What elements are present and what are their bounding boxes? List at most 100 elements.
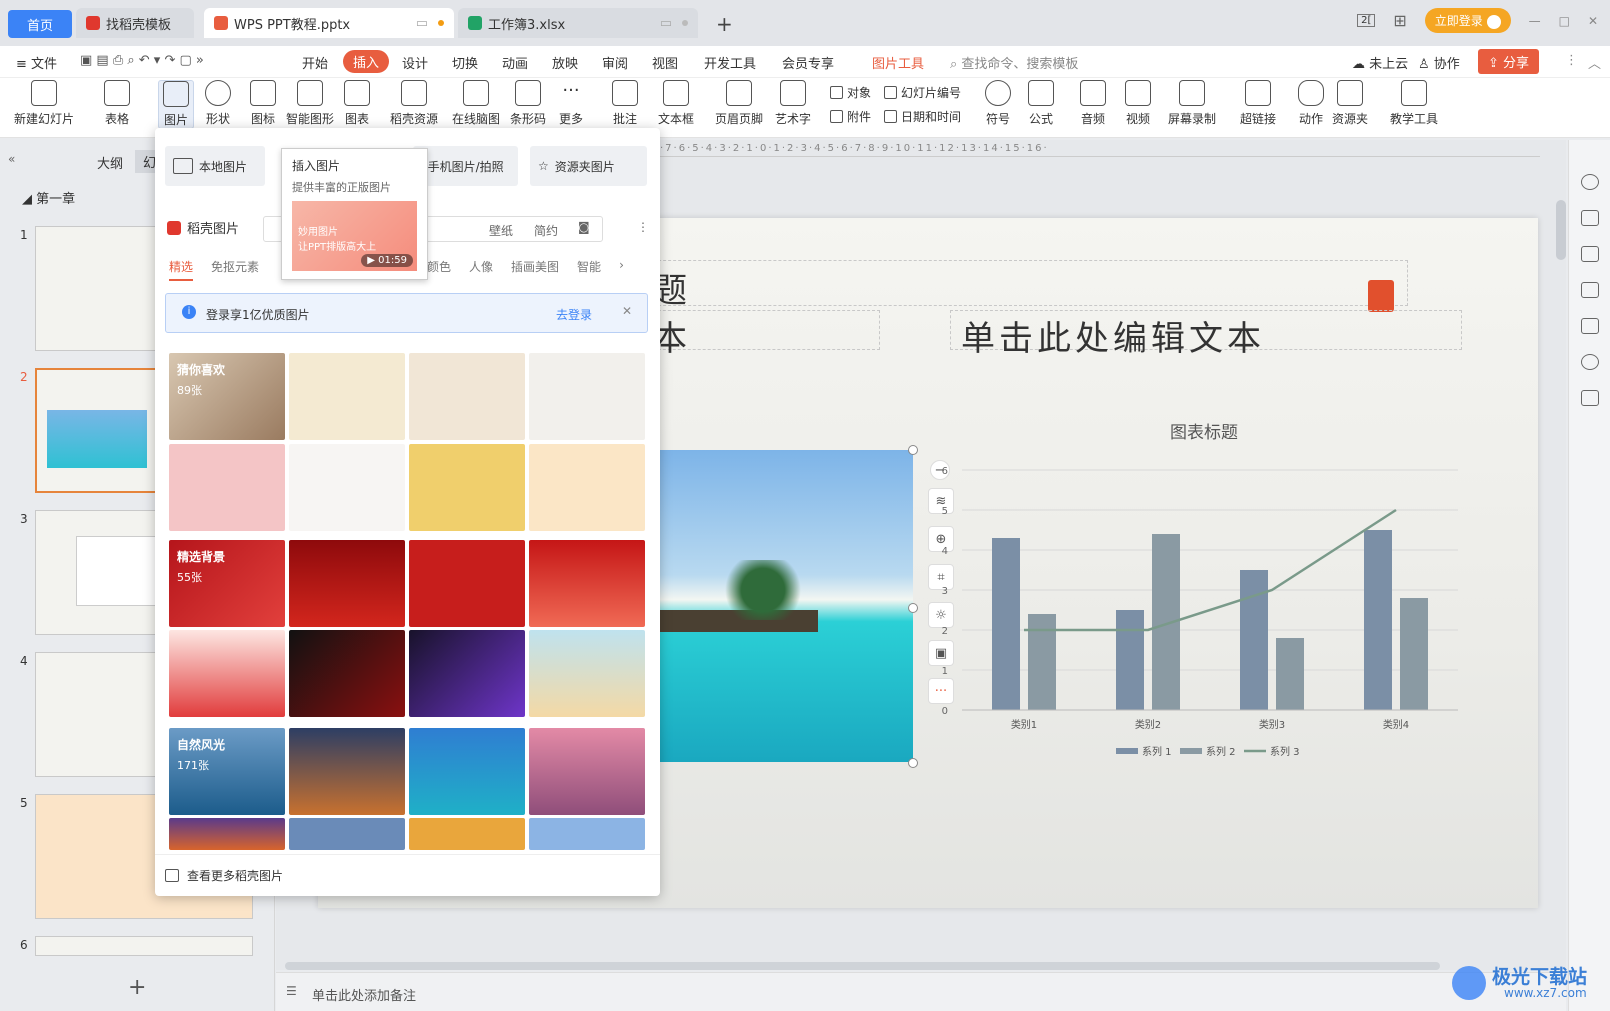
comment-button[interactable]: 批注: [612, 80, 638, 127]
tooltip-video[interactable]: 妙用图片 让PPT排版高大上 ▶ 01:59: [292, 201, 417, 271]
symbol-button[interactable]: 符号: [985, 80, 1011, 127]
collab-button[interactable]: ♙ 协作: [1418, 53, 1460, 72]
layout-icon[interactable]: 2[: [1357, 14, 1376, 27]
add-slide-button[interactable]: +: [128, 975, 146, 1000]
audio-button[interactable]: 音频: [1080, 80, 1106, 127]
cloud-status[interactable]: ☁ 未上云: [1352, 53, 1408, 72]
more-icon[interactable]: ⋮: [637, 220, 649, 234]
menu-view[interactable]: 视图: [652, 53, 678, 72]
quick-toolbar-icons[interactable]: ▣ ▤ ⎙ ⌕ ↶ ▾ ↷ ▢ »: [80, 53, 204, 68]
search-commands[interactable]: ⌕ 查找命令、搜索模板: [950, 53, 1078, 72]
menu-picture-tools[interactable]: 图片工具: [872, 53, 924, 72]
image-thumb[interactable]: [169, 818, 285, 850]
menu-review[interactable]: 审阅: [602, 53, 628, 72]
icon-button[interactable]: 图标: [250, 80, 276, 127]
book-icon[interactable]: [1581, 390, 1599, 406]
outline-tab[interactable]: 大纲: [97, 153, 123, 172]
grid-icon[interactable]: ⊞: [1393, 11, 1406, 30]
minimize-button[interactable]: —: [1529, 14, 1541, 28]
resource-folder-button[interactable]: 资源夹: [1332, 80, 1368, 127]
collapse-icon[interactable]: ︿: [1588, 53, 1601, 72]
local-image-button[interactable]: 本地图片: [165, 146, 265, 186]
video-button[interactable]: 视频: [1125, 80, 1151, 127]
category-tile-background[interactable]: 精选背景 55张: [169, 540, 285, 627]
menu-insert[interactable]: 插入: [343, 50, 390, 73]
action-button[interactable]: 动作: [1298, 80, 1324, 127]
menu-transition[interactable]: 切换: [452, 53, 478, 72]
image-thumb[interactable]: [529, 444, 645, 531]
more-button[interactable]: ··· 更多: [558, 80, 584, 127]
beach-image[interactable]: [618, 450, 913, 762]
search-tag[interactable]: 壁纸: [489, 222, 513, 239]
monitor-icon[interactable]: ▭: [660, 16, 672, 31]
text-placeholder-right[interactable]: 单击此处编辑文本: [950, 310, 1462, 359]
image-thumb[interactable]: [409, 630, 525, 717]
ruler[interactable]: ·7·6·5·4·3·2·1·0·1·2·3·4·5·6·7·8·9·10·11…: [660, 143, 1540, 157]
table-button[interactable]: 表格: [104, 80, 130, 127]
menu-developer[interactable]: 开发工具: [704, 53, 756, 72]
phone-image-button[interactable]: ▯手机图片/拍照: [413, 146, 518, 186]
restore-button[interactable]: □: [1559, 14, 1570, 28]
docer-resource-button[interactable]: 稻壳资源: [390, 80, 438, 127]
login-link[interactable]: 去登录: [556, 306, 592, 323]
image-thumb[interactable]: [409, 353, 525, 440]
login-button[interactable]: 立即登录: [1424, 8, 1511, 33]
search-tag[interactable]: 简约: [534, 222, 558, 239]
tab-illustration[interactable]: 插画美图: [511, 258, 559, 275]
image-thumb[interactable]: [289, 818, 405, 850]
sliders-icon[interactable]: [1581, 210, 1599, 226]
image-thumb[interactable]: [529, 818, 645, 850]
image-thumb[interactable]: [529, 728, 645, 815]
image-thumb[interactable]: [289, 540, 405, 627]
file-menu[interactable]: ≡ 文件: [16, 53, 57, 72]
datetime-button[interactable]: 日期和时间: [884, 108, 961, 125]
tab-home[interactable]: 首页: [8, 10, 72, 38]
tab-smart[interactable]: 智能: [577, 258, 601, 275]
picture-button[interactable]: 图片: [158, 80, 194, 129]
notes-bar[interactable]: ☰ 单击此处添加备注: [276, 972, 1566, 1011]
image-thumb[interactable]: [409, 728, 525, 815]
star-icon[interactable]: [1581, 246, 1599, 262]
tab-cutout[interactable]: 免抠元素: [211, 258, 259, 281]
formula-button[interactable]: 公式: [1028, 80, 1054, 127]
vertical-scrollbar[interactable]: [1556, 200, 1566, 260]
image-thumb[interactable]: [409, 540, 525, 627]
tab-featured[interactable]: 精选: [169, 258, 194, 281]
resize-handle[interactable]: [908, 603, 918, 613]
chart-button[interactable]: 图表: [344, 80, 370, 127]
horizontal-scrollbar[interactable]: [285, 962, 1440, 970]
barcode-button[interactable]: 条形码: [510, 80, 546, 127]
rocket-icon[interactable]: [1581, 174, 1599, 190]
tab-ppt[interactable]: WPS PPT教程.pptx ▭: [204, 8, 454, 38]
resource-image-button[interactable]: ☆ 资源夹图片: [530, 146, 647, 186]
camera-icon[interactable]: ◙: [578, 220, 590, 234]
tab-color[interactable]: 颜色: [427, 258, 451, 275]
new-slide-button[interactable]: 新建幻灯片: [14, 80, 74, 127]
image-thumb[interactable]: [409, 818, 525, 850]
category-tile-guess[interactable]: 猜你喜欢 89张: [169, 353, 285, 440]
smartart-button[interactable]: 智能图形: [286, 80, 334, 127]
more-icon[interactable]: ⋮: [1565, 53, 1578, 68]
image-thumb[interactable]: [169, 444, 285, 531]
slide-number-button[interactable]: 幻灯片编号: [884, 84, 961, 101]
close-icon[interactable]: ✕: [622, 304, 632, 318]
chart[interactable]: 图表标题 0 1 2 3 4 5 6 类别1 类别2 类别3 类别4 系列 1 系列 2 系列 3: [918, 408, 1478, 758]
category-tile-nature[interactable]: 自然风光 171张: [169, 728, 285, 815]
image-thumb[interactable]: [289, 728, 405, 815]
header-footer-button[interactable]: 页眉页脚: [715, 80, 763, 127]
image-thumb[interactable]: [289, 353, 405, 440]
copy-icon[interactable]: [1581, 282, 1599, 298]
tab-xlsx[interactable]: 工作簿3.xlsx ▭: [458, 8, 698, 38]
menu-member[interactable]: 会员专享: [782, 53, 834, 72]
image-thumb[interactable]: [409, 444, 525, 531]
tab-portrait[interactable]: 人像: [469, 258, 493, 275]
image-thumb[interactable]: [529, 540, 645, 627]
collapse-panel-icon[interactable]: «: [8, 152, 15, 166]
attachment-button[interactable]: 附件: [830, 108, 871, 125]
screen-record-button[interactable]: 屏幕录制: [1168, 80, 1216, 127]
view-more-button[interactable]: 查看更多稻壳图片: [155, 854, 660, 896]
share-button[interactable]: ⇪ 分享: [1478, 49, 1540, 74]
menu-slideshow[interactable]: 放映: [552, 53, 578, 72]
image-thumb[interactable]: [289, 444, 405, 531]
close-button[interactable]: ✕: [1588, 14, 1598, 28]
